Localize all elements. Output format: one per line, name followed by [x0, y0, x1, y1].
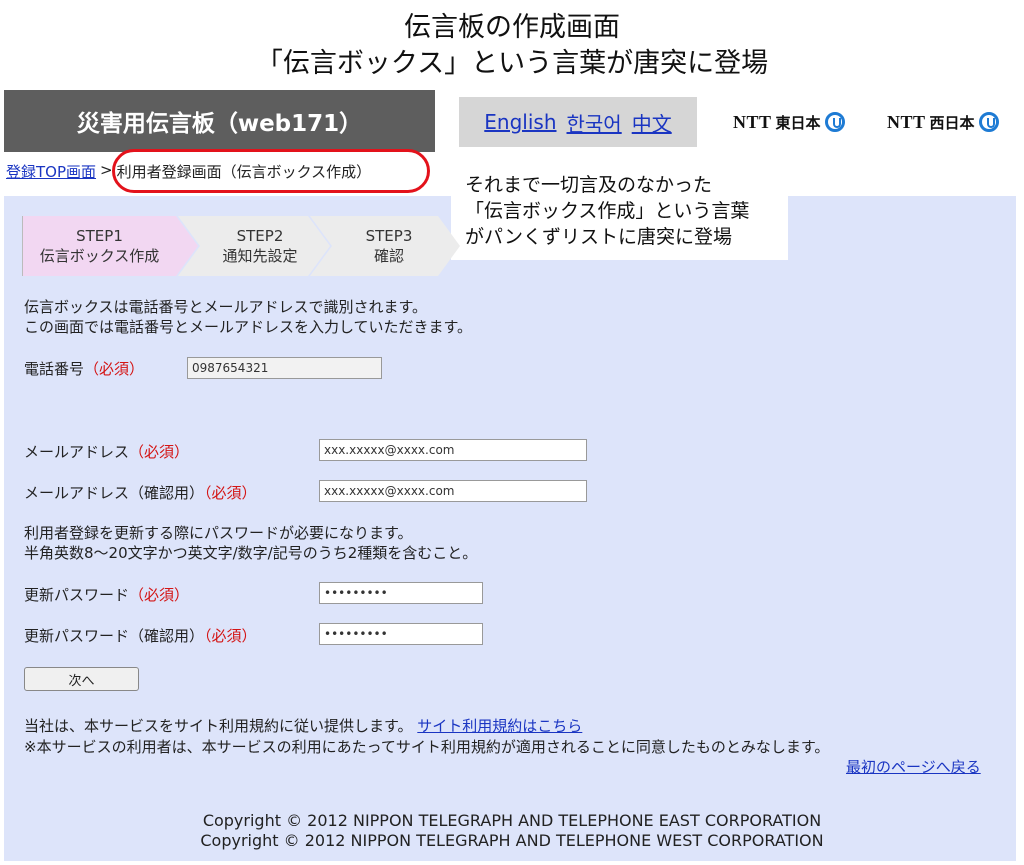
password-confirm-label-text: 更新パスワード（確認用）	[24, 627, 205, 645]
required-mark: （必須）	[129, 443, 190, 461]
lang-english-link[interactable]: English	[484, 110, 556, 134]
required-mark: （必須）	[204, 627, 257, 645]
slide-title-line1: 伝言板の作成画面	[404, 12, 620, 43]
back-link-wrap: 最初のページへ戻る	[846, 757, 981, 777]
password-note-line: 半角英数8～20文字かつ英文字/数字/記号のうち2種類を含むこと。	[24, 544, 478, 562]
email-confirm-label-text: メールアドレス（確認用）	[24, 484, 205, 502]
site-title: 災害用伝言板（web171）	[76, 111, 363, 137]
intro-line: 伝言ボックスは電話番号とメールアドレスで識別されます。	[24, 298, 428, 316]
step-number: STEP1	[76, 227, 123, 245]
step-number: STEP2	[236, 227, 284, 245]
ntt-logo-icon	[824, 112, 845, 132]
terms-line1: 当社は、本サービスをサイト利用規約に従い提供します。 サイト利用規約はこちら	[24, 716, 582, 736]
terms-link[interactable]: サイト利用規約はこちら	[417, 717, 582, 735]
highlight-oval	[112, 149, 430, 193]
ntt-logo-icon	[978, 112, 999, 132]
step-number: STEP3	[365, 227, 413, 245]
password-note-line: 利用者登録を更新する際にパスワードが必要になります。	[24, 524, 413, 542]
copyright-west: Copyright © 2012 NIPPON TELEGRAPH AND TE…	[200, 831, 824, 850]
password-label-text: 更新パスワード	[24, 586, 130, 604]
password-confirm-label: 更新パスワード（確認用）（必須）	[24, 625, 257, 646]
required-mark: （必須）	[204, 484, 257, 502]
logo-brand: NTT	[733, 111, 772, 132]
step-label: 伝言ボックス作成	[39, 247, 160, 265]
slide-title-line2: 「伝言ボックス」という言葉が唐突に登場	[255, 48, 769, 79]
email-input[interactable]	[319, 439, 587, 461]
lang-chinese-link[interactable]: 中文	[632, 108, 672, 137]
phone-label-text: 電話番号	[24, 360, 85, 378]
required-mark: （必須）	[129, 586, 190, 604]
email-confirm-label: メールアドレス（確認用）（必須）	[24, 482, 257, 503]
step-1-active: STEP1 伝言ボックス作成	[22, 216, 198, 276]
password-label: 更新パスワード（必須）	[24, 584, 189, 605]
slide-title: 伝言板の作成画面 「伝言ボックス」という言葉が唐突に登場	[0, 10, 1024, 82]
password-confirm-input[interactable]	[319, 623, 483, 645]
logo-brand: NTT	[887, 111, 926, 132]
phone-input[interactable]	[187, 357, 382, 379]
breadcrumb-home-link[interactable]: 登録TOP画面	[6, 161, 96, 182]
email-label-text: メールアドレス	[24, 443, 130, 461]
terms-line2: ※本サービスの利用者は、本サービスの利用にあたってサイト利用規約が適用されること…	[24, 738, 830, 756]
phone-label: 電話番号（必須）	[24, 358, 144, 379]
ntt-west-logo: NTT 西日本	[887, 108, 999, 136]
step-label: 通知先設定	[222, 247, 298, 265]
language-switcher: English 한국어 中文	[459, 97, 697, 147]
required-mark: （必須）	[84, 360, 145, 378]
copyright-east: Copyright © 2012 NIPPON TELEGRAPH AND TE…	[202, 811, 822, 830]
password-note: 利用者登録を更新する際にパスワードが必要になります。 半角英数8～20文字かつ英…	[24, 523, 477, 563]
back-to-top-link[interactable]: 最初のページへ戻る	[846, 758, 981, 776]
ntt-east-logo: NTT 東日本	[733, 108, 845, 136]
annotation-callout: それまで一切言及のなかった 「伝言ボックス作成」という言葉 がパンくずリストに唐…	[451, 164, 788, 260]
next-button[interactable]: 次へ	[24, 667, 139, 691]
site-header: 災害用伝言板（web171）	[4, 90, 435, 152]
step-label: 確認	[373, 247, 404, 265]
logo-region: 西日本	[929, 113, 975, 132]
logo-region: 東日本	[775, 113, 821, 132]
email-label: メールアドレス（必須）	[24, 441, 189, 462]
intro-text: 伝言ボックスは電話番号とメールアドレスで識別されます。 この画面では電話番号とメ…	[24, 297, 472, 337]
terms-text: 当社は、本サービスをサイト利用規約に従い提供します。	[24, 717, 413, 735]
step-3: STEP3 確認	[310, 216, 460, 276]
lang-korean-link[interactable]: 한국어	[567, 108, 622, 137]
intro-line: この画面では電話番号とメールアドレスを入力していただきます。	[24, 318, 473, 336]
callout-line: がパンくずリストに唐突に登場	[465, 226, 732, 248]
email-confirm-input[interactable]	[319, 480, 587, 502]
callout-line: 「伝言ボックス作成」という言葉	[465, 200, 750, 222]
password-input[interactable]	[319, 582, 483, 604]
breadcrumb-separator: >	[100, 161, 113, 179]
callout-line: それまで一切言及のなかった	[465, 174, 713, 196]
step-2: STEP2 通知先設定	[178, 216, 330, 276]
